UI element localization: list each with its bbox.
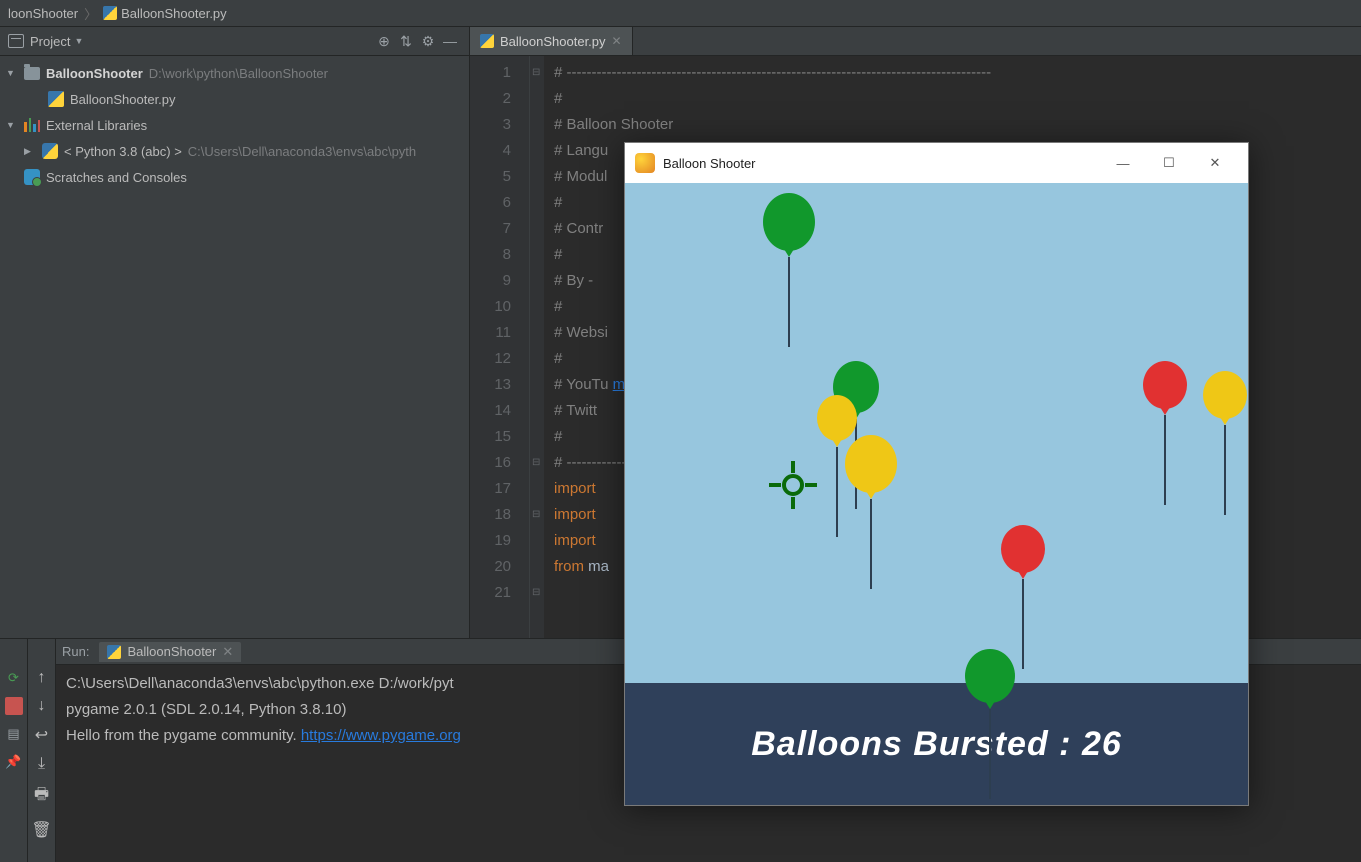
chevron-down-icon[interactable]: ▼	[74, 36, 83, 46]
python-env-label: < Python 3.8 (abc) >	[64, 144, 182, 159]
run-config-tab[interactable]: BalloonShooter ✕	[99, 642, 241, 662]
clear-icon[interactable]: 🗑	[31, 820, 51, 840]
minimize-button[interactable]: —	[1100, 143, 1146, 183]
pygame-title: Balloon Shooter	[663, 156, 756, 171]
line-number-gutter: 123456789101112131415161718192021	[470, 56, 530, 638]
close-button[interactable]: ✕	[1192, 143, 1238, 183]
hide-icon[interactable]: —	[439, 33, 461, 49]
run-label: Run:	[62, 644, 89, 659]
tree-file[interactable]: BalloonShooter.py	[0, 86, 469, 112]
layout-icon[interactable]: ▤	[5, 725, 23, 743]
pygame-window: Balloon Shooter — ☐ ✕ Balloons Bursted :…	[624, 142, 1249, 806]
external-libs-label: External Libraries	[46, 118, 147, 133]
balloon-red[interactable]	[1001, 525, 1045, 669]
fold-end-icon[interactable]: ⊟	[532, 450, 540, 476]
project-panel-title[interactable]: Project	[30, 34, 70, 49]
editor-tab-label: BalloonShooter.py	[500, 34, 606, 49]
score-panel: Balloons Bursted : 26	[625, 683, 1248, 805]
chevron-right-icon[interactable]: ▶	[24, 146, 36, 157]
fold-start-icon[interactable]: ⊟	[532, 580, 540, 606]
python-file-icon	[480, 34, 494, 48]
chevron-down-icon[interactable]: ▼	[6, 120, 18, 130]
run-tab-label: BalloonShooter	[127, 644, 216, 659]
balloon-yellow[interactable]	[1203, 371, 1247, 515]
score-text: Balloons Bursted : 26	[751, 725, 1122, 764]
project-root-label: BalloonShooter	[46, 66, 143, 81]
project-root-path: D:\work\python\BalloonShooter	[149, 66, 328, 81]
python-icon	[42, 143, 58, 159]
python-file-icon	[48, 91, 64, 107]
print-icon[interactable]: 🖶	[34, 783, 49, 810]
python-env-path: C:\Users\Dell\anaconda3\envs\abc\pyth	[188, 144, 416, 159]
close-icon[interactable]: ✕	[222, 644, 233, 660]
folder-icon	[24, 67, 40, 80]
expand-all-icon[interactable]: ⇅	[395, 33, 417, 50]
soft-wrap-icon[interactable]: ↩	[35, 725, 48, 745]
run-toolbar-left: ⟳ ▤ 📌	[0, 639, 28, 862]
libraries-icon	[24, 118, 40, 132]
project-tree[interactable]: ▼ BalloonShooter D:\work\python\BalloonS…	[0, 56, 469, 638]
editor-tabs: BalloonShooter.py ✕	[470, 26, 1361, 56]
pin-icon[interactable]: 📌	[5, 753, 23, 771]
balloon-green[interactable]	[965, 649, 1015, 799]
project-view-icon	[8, 34, 24, 48]
breadcrumb-item[interactable]: loonShooter	[8, 6, 78, 21]
balloon-green[interactable]	[763, 193, 815, 347]
rerun-icon[interactable]: ⟳	[5, 669, 23, 687]
game-canvas[interactable]: Balloons Bursted : 26	[625, 183, 1248, 805]
stop-icon[interactable]	[5, 697, 23, 715]
project-panel-header: Project ▼ ⊕ ⇅ ⚙ —	[0, 26, 469, 56]
fold-start-icon[interactable]: ⊟	[532, 502, 540, 528]
up-icon[interactable]: ↑	[38, 669, 46, 687]
balloon-yellow[interactable]	[845, 435, 897, 589]
locate-icon[interactable]: ⊕	[373, 33, 395, 50]
down-icon[interactable]: ↓	[38, 697, 46, 715]
scratches-label: Scratches and Consoles	[46, 170, 187, 185]
python-file-icon	[107, 645, 121, 659]
project-tool-window: Project ▼ ⊕ ⇅ ⚙ — ▼ BalloonShooter D:\wo…	[0, 26, 470, 638]
scroll-end-icon[interactable]: ⤓	[38, 755, 45, 773]
balloon-red[interactable]	[1143, 361, 1187, 505]
close-icon[interactable]: ✕	[612, 34, 622, 48]
tree-root[interactable]: ▼ BalloonShooter D:\work\python\BalloonS…	[0, 60, 469, 86]
fold-start-icon[interactable]: ⊟	[532, 60, 540, 86]
chevron-down-icon[interactable]: ▼	[6, 68, 18, 78]
editor-tab[interactable]: BalloonShooter.py ✕	[470, 27, 633, 55]
gear-icon[interactable]: ⚙	[417, 33, 439, 50]
tree-scratches[interactable]: Scratches and Consoles	[0, 164, 469, 190]
python-file-icon	[103, 6, 117, 20]
pygame-icon	[635, 153, 655, 173]
pygame-titlebar[interactable]: Balloon Shooter — ☐ ✕	[625, 143, 1248, 183]
breadcrumb-separator: 〉	[84, 4, 97, 23]
maximize-button[interactable]: ☐	[1146, 143, 1192, 183]
tree-external-libs[interactable]: ▼ External Libraries	[0, 112, 469, 138]
breadcrumb: loonShooter 〉 BalloonShooter.py	[0, 0, 1361, 26]
fold-column: ⊟ ⊟ ⊟ ⊟	[530, 56, 544, 638]
tree-file-label: BalloonShooter.py	[70, 92, 176, 107]
crosshair[interactable]	[771, 463, 815, 507]
breadcrumb-item[interactable]: BalloonShooter.py	[121, 6, 227, 21]
tree-python-env[interactable]: ▶ < Python 3.8 (abc) > C:\Users\Dell\ana…	[0, 138, 469, 164]
scratches-icon	[24, 169, 40, 185]
run-toolbar-inner: ↑ ↓ ↩ ⤓ 🖶 🗑	[28, 639, 56, 862]
